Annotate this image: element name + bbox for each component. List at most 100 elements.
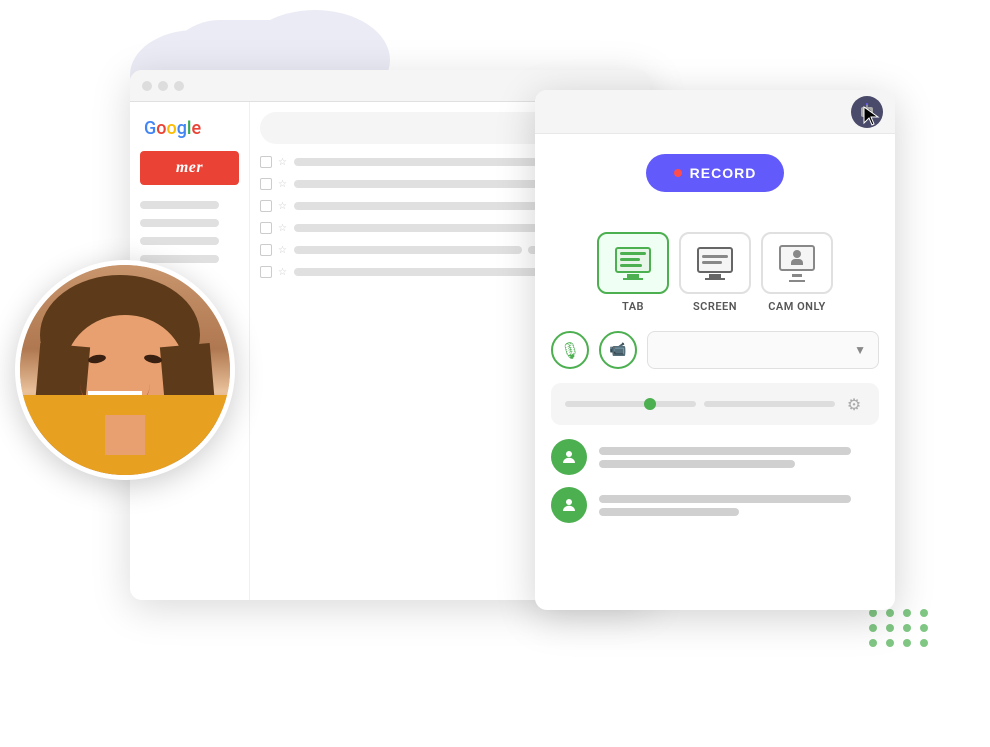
recording-avatar-1: [551, 439, 587, 475]
email-checkbox: [260, 178, 272, 190]
cam-stand: [792, 274, 802, 277]
email-checkbox: [260, 156, 272, 168]
green-dot-4: [920, 609, 928, 617]
recording-line-2a: [599, 495, 851, 503]
email-star: ☆: [278, 267, 288, 277]
recording-item-2: [551, 487, 879, 523]
mode-cam-icon-box: [761, 232, 833, 294]
cursor-svg: [862, 105, 882, 129]
mode-tab-label: TAB: [622, 300, 644, 313]
green-dot-9: [869, 639, 877, 647]
green-dot-2: [886, 609, 894, 617]
person-photo: [15, 260, 235, 480]
green-dot-5: [869, 624, 877, 632]
green-dot-1: [869, 609, 877, 617]
settings-gear-icon[interactable]: ⚙: [843, 393, 865, 415]
green-dot-11: [903, 639, 911, 647]
cam-head: [793, 250, 801, 258]
av-controls: 🎙 📹 ▼: [551, 331, 879, 369]
green-dots-decoration: [869, 609, 930, 647]
microphone-button[interactable]: 🎙: [551, 331, 589, 369]
screen-line-2: [702, 261, 722, 264]
cam-icon-container: [779, 245, 815, 282]
quality-dot: [644, 398, 656, 410]
email-checkbox: [260, 244, 272, 256]
tab-monitor-base: [623, 278, 643, 280]
mode-tab-icon-box: [597, 232, 669, 294]
record-label: RECORD: [690, 165, 757, 181]
recording-lines-2: [599, 495, 879, 516]
sidebar-item-3: [140, 237, 219, 245]
cam-person-icon: [791, 250, 803, 265]
main-scene: Google mer ☆: [0, 0, 990, 747]
cam-monitor-screen: [779, 245, 815, 271]
screen-monitor-base: [705, 278, 725, 280]
mode-cam-button[interactable]: CAM ONLY: [761, 232, 833, 313]
screen-line-1: [702, 255, 728, 258]
sidebar-item-1: [140, 201, 219, 209]
email-star: ☆: [278, 223, 288, 233]
sidebar-item-2: [140, 219, 219, 227]
extension-popup: RECORD: [535, 90, 895, 610]
quality-track-1: [565, 401, 696, 407]
green-dot-3: [903, 609, 911, 617]
green-dot-12: [920, 639, 928, 647]
recording-lines-1: [599, 447, 879, 468]
tab-line-2: [620, 258, 640, 261]
email-checkbox: [260, 200, 272, 212]
mouse-cursor: [862, 105, 882, 129]
green-dot-7: [903, 624, 911, 632]
avatar-person-icon: [560, 448, 578, 466]
camera-icon: 📹: [609, 342, 626, 358]
gear-icon: ⚙: [847, 395, 861, 414]
camera-button[interactable]: 📹: [599, 331, 637, 369]
compose-button[interactable]: mer: [140, 151, 239, 185]
screen-tab-lines: [700, 253, 730, 266]
source-dropdown[interactable]: ▼: [647, 331, 879, 369]
popup-header: [535, 90, 895, 134]
recording-modes: TAB: [551, 232, 879, 313]
tab-line-1: [620, 252, 646, 255]
screen-monitor-icon: [697, 247, 733, 280]
avatar-person-icon-2: [560, 496, 578, 514]
popup-body: RECORD: [535, 134, 895, 543]
recording-line-1b: [599, 460, 795, 468]
email-checkbox: [260, 222, 272, 234]
mode-screen-button[interactable]: SCREEN: [679, 232, 751, 313]
screen-monitor-screen: [697, 247, 733, 273]
quality-bar: ⚙: [551, 383, 879, 425]
microphone-icon: 🎙: [560, 341, 580, 360]
quality-track-2: [704, 401, 835, 407]
mode-tab-button[interactable]: TAB: [597, 232, 669, 313]
email-checkbox: [260, 266, 272, 278]
tab-monitor-icon: [615, 247, 651, 280]
tab-monitor-screen: [615, 247, 651, 273]
compose-label: mer: [176, 159, 203, 177]
cam-base: [789, 280, 805, 282]
email-star: ☆: [278, 179, 288, 189]
recording-line-2b: [599, 508, 739, 516]
green-dot-6: [886, 624, 894, 632]
tab-line-3: [620, 264, 642, 267]
mode-screen-label: SCREEN: [693, 300, 737, 313]
cam-body: [791, 259, 803, 265]
record-dot: [674, 169, 682, 177]
dropdown-arrow-icon: ▼: [854, 343, 866, 357]
green-dot-10: [886, 639, 894, 647]
google-logo: Google: [140, 118, 239, 139]
email-star: ☆: [278, 245, 288, 255]
browser-dot-yellow: [158, 81, 168, 91]
recording-avatar-2: [551, 487, 587, 523]
mode-screen-icon-box: [679, 232, 751, 294]
email-star: ☆: [278, 157, 288, 167]
mode-cam-label: CAM ONLY: [768, 300, 826, 313]
browser-dot-red: [142, 81, 152, 91]
recordings-list: [551, 439, 879, 523]
recording-item-1: [551, 439, 879, 475]
tab-lines: [618, 250, 648, 269]
email-star: ☆: [278, 201, 288, 211]
sidebar-item-4: [140, 255, 219, 263]
record-button[interactable]: RECORD: [646, 154, 785, 192]
email-line: [294, 246, 522, 254]
green-dot-8: [920, 624, 928, 632]
